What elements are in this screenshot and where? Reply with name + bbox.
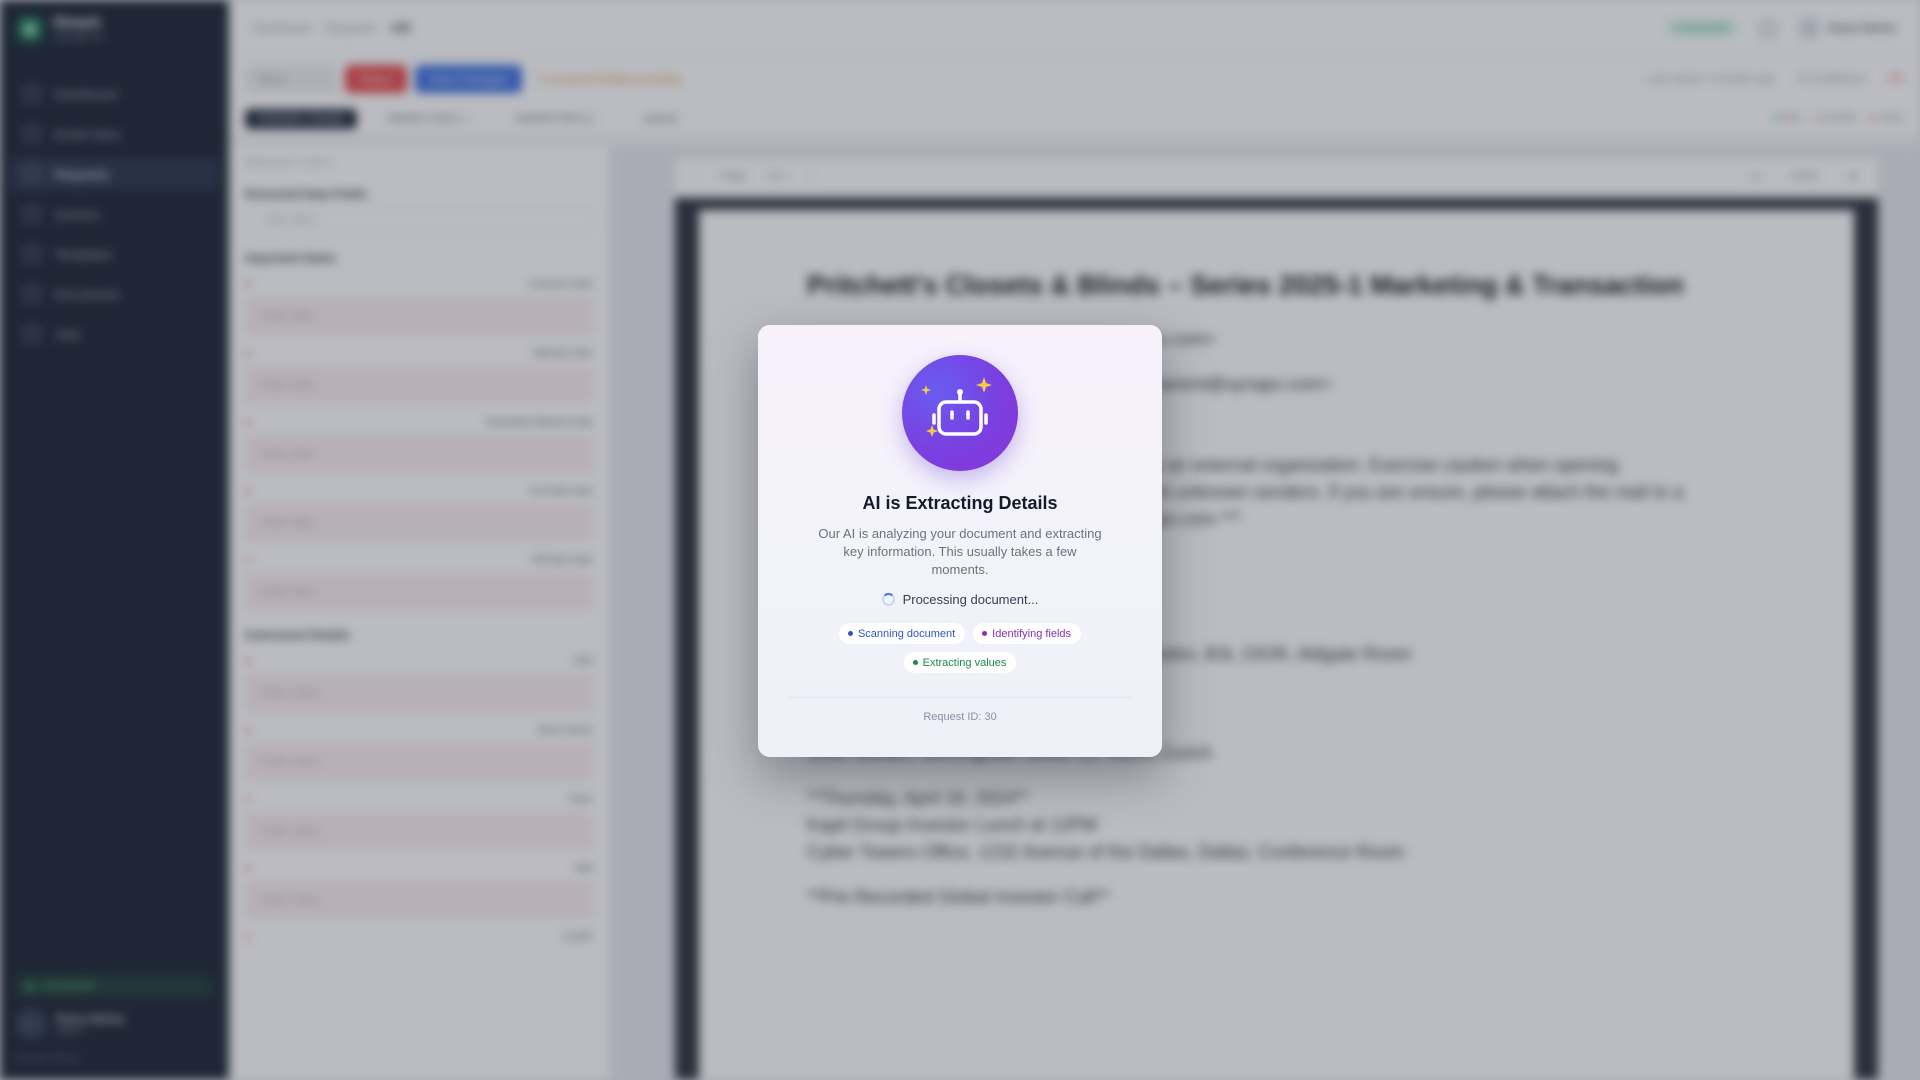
modal-title: AI is Extracting Details (862, 493, 1058, 513)
processing-status: Processing document... (758, 592, 1162, 607)
chip-extracting: Extracting values (903, 652, 1017, 673)
request-id: Request ID: 30 (923, 711, 997, 723)
chip-identifying: Identifying fields (973, 623, 1082, 644)
ai-robot-badge (902, 355, 1018, 471)
progress-chips: Scanning document Identifying fields Ext… (810, 623, 1110, 673)
processing-text: Processing document... (902, 592, 1039, 607)
modal-description: Our AI is analyzing your document and ex… (818, 526, 1102, 577)
divider (788, 697, 1132, 698)
chip-scanning: Scanning document (838, 623, 966, 644)
spinner-icon (881, 593, 895, 606)
ai-extracting-modal: AI is Extracting Details Our AI is analy… (758, 325, 1162, 757)
robot-sparkles-icon (921, 377, 992, 437)
